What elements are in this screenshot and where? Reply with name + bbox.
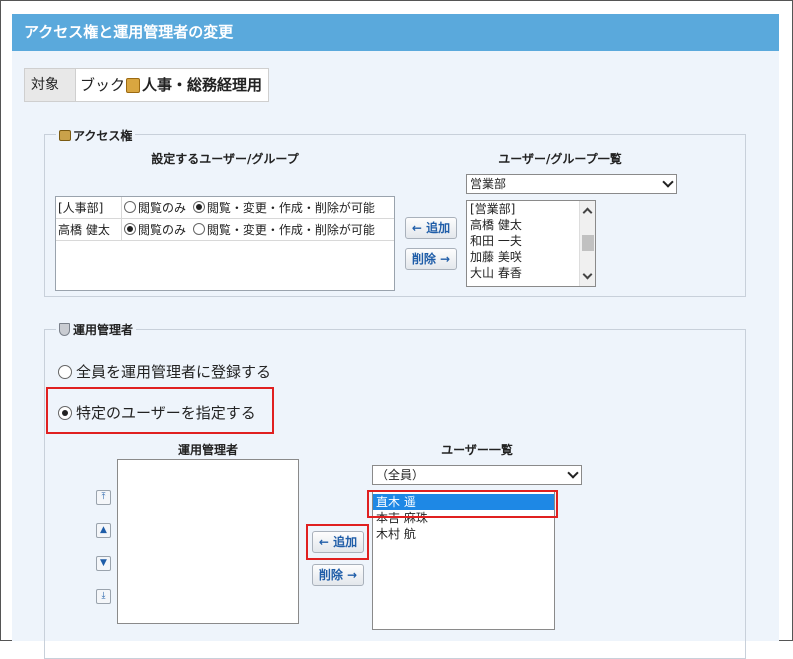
lock-icon <box>59 130 71 141</box>
shield-icon <box>59 323 70 336</box>
list-item[interactable]: 加藤 美咲 <box>467 249 595 265</box>
access-remove-button[interactable]: 削除 → <box>405 248 457 270</box>
option-all-admins[interactable]: 全員を運用管理者に登録する <box>58 361 271 382</box>
user-name: 高橋 健太 <box>56 219 122 240</box>
chevron-down-icon <box>662 176 674 188</box>
access-user-table: [人事部] 閲覧のみ 閲覧・変更・作成・削除が可能 高橋 健太 閲覧のみ 閲覧・… <box>55 196 395 291</box>
radio-full-access[interactable] <box>192 201 205 213</box>
admin-add-button[interactable]: ← 追加 <box>312 531 364 553</box>
target-label: 対象 <box>25 69 76 101</box>
table-row: 高橋 健太 閲覧のみ 閲覧・変更・作成・削除が可能 <box>56 219 394 241</box>
option-specific-users[interactable]: 特定のユーザーを指定する <box>58 402 256 423</box>
permission-options: 閲覧のみ 閲覧・変更・作成・削除が可能 <box>122 197 375 218</box>
access-user-list[interactable]: [営業部] 高橋 健太 和田 一夫 加藤 美咲 大山 春香 <box>466 200 596 287</box>
access-right-header: ユーザー/グループ一覧 <box>498 152 622 166</box>
option-label: 閲覧のみ <box>138 223 187 237</box>
access-legend-text: アクセス権 <box>73 129 133 143</box>
radio-full-access[interactable] <box>192 223 205 235</box>
permission-options: 閲覧のみ 閲覧・変更・作成・削除が可能 <box>122 219 375 240</box>
option-label: 閲覧のみ <box>138 201 187 215</box>
highlight-box <box>367 490 558 518</box>
option-label: 閲覧・変更・作成・削除が可能 <box>206 223 375 237</box>
table-row: [人事部] 閲覧のみ 閲覧・変更・作成・削除が可能 <box>56 197 394 219</box>
radio-view-only[interactable] <box>124 223 136 235</box>
radio-all-admins[interactable] <box>58 364 72 379</box>
select-value: （全員） <box>376 468 425 482</box>
radio-view-only[interactable] <box>124 201 136 213</box>
option-all-label: 全員を運用管理者に登録する <box>76 363 272 381</box>
list-item[interactable]: 木村 航 <box>373 526 554 542</box>
user-name: [人事部] <box>56 197 122 218</box>
list-item[interactable]: 高橋 健太 <box>467 217 595 233</box>
scrollbar[interactable] <box>579 201 595 286</box>
scroll-thumb[interactable] <box>582 235 594 251</box>
admin-remove-button[interactable]: 削除 → <box>312 564 364 586</box>
move-bottom-icon[interactable]: ⤓ <box>96 589 111 604</box>
option-specific-label: 特定のユーザーを指定する <box>76 404 256 422</box>
move-top-icon[interactable]: ⤒ <box>96 490 111 505</box>
admin-list[interactable] <box>117 459 299 624</box>
list-item[interactable]: [営業部] <box>467 201 595 217</box>
chevron-down-icon <box>567 467 579 479</box>
admin-left-header: 運用管理者 <box>177 443 238 457</box>
access-legend: アクセス権 <box>56 127 136 144</box>
target-info: 対象 ブック 人事・総務経理用 <box>24 68 270 102</box>
select-value: 営業部 <box>470 177 507 191</box>
move-up-icon[interactable]: ▲ <box>96 523 111 538</box>
option-label: 閲覧・変更・作成・削除が可能 <box>206 201 375 215</box>
access-group-select[interactable]: 営業部 <box>466 174 677 194</box>
page-title: アクセス権と運用管理者の変更 <box>12 14 779 51</box>
admin-right-header: ユーザー一覧 <box>441 443 513 457</box>
admin-legend-text: 運用管理者 <box>73 323 134 337</box>
list-item[interactable]: 大山 春香 <box>467 265 595 281</box>
target-name: 人事・総務経理用 <box>142 76 263 94</box>
move-down-icon[interactable]: ▼ <box>96 556 111 571</box>
book-icon <box>126 77 141 93</box>
scroll-down-icon[interactable] <box>582 269 593 280</box>
list-item[interactable]: 和田 一夫 <box>467 233 595 249</box>
access-add-button[interactable]: ← 追加 <box>405 217 457 239</box>
scroll-up-icon[interactable] <box>582 207 593 218</box>
target-type: ブック <box>80 76 126 94</box>
radio-specific-users[interactable] <box>58 405 72 420</box>
access-left-header: 設定するユーザー/グループ <box>151 152 299 166</box>
admin-legend: 運用管理者 <box>56 321 137 338</box>
target-value: ブック 人事・総務経理用 <box>76 69 268 101</box>
user-group-select[interactable]: （全員） <box>372 465 582 485</box>
